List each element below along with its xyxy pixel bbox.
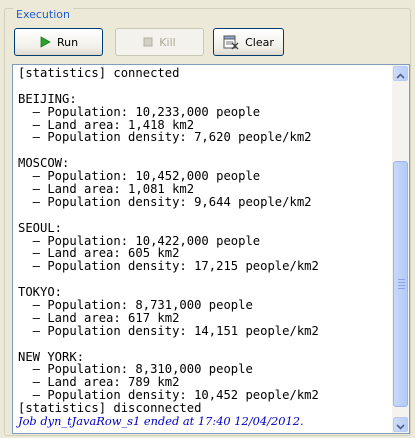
scroll-up-button[interactable] (393, 66, 408, 81)
group-title: Execution (13, 8, 73, 22)
console-line: – Land area: 617 km2 (18, 310, 180, 325)
play-icon (39, 36, 51, 48)
console-line: [statistics] connected (18, 66, 180, 80)
chevron-down-icon (396, 415, 405, 433)
console-line: – Population: 8,731,000 people (18, 298, 253, 313)
job-status-line: Job dyn_tJavaRow_s1 ended at 17:40 12/04… (18, 414, 304, 429)
console-line: – Population density: 7,620 people/km2 (18, 130, 312, 145)
console-line: – Land area: 1,081 km2 (18, 182, 195, 197)
run-label: Run (56, 35, 79, 49)
console-line: BEIJING: (18, 91, 77, 106)
vertical-scrollbar[interactable] (392, 65, 409, 433)
console-line: – Population density: 9,644 people/km2 (18, 194, 312, 209)
console-line: – Population density: 14,151 people/km2 (18, 323, 319, 338)
console-output[interactable]: [statistics] connected BEIJING: – Populat… (12, 64, 410, 434)
scrollbar-thumb[interactable] (393, 161, 408, 407)
kill-button[interactable]: Kill (115, 28, 204, 56)
run-button[interactable]: Run (14, 28, 103, 56)
scroll-down-button[interactable] (393, 417, 408, 432)
kill-label: Kill (159, 35, 176, 49)
clear-button[interactable]: Clear (213, 28, 284, 56)
stop-icon (143, 37, 153, 47)
chevron-up-icon (396, 65, 405, 83)
console-line: SEOUL: (18, 220, 63, 235)
console-line: – Population density: 17,215 people/km2 (18, 259, 319, 274)
console-line: – Population: 10,233,000 people (18, 104, 261, 119)
clear-console-icon (223, 34, 239, 50)
console-text: [statistics] connected BEIJING: – Populat… (18, 67, 393, 428)
clear-label: Clear (245, 35, 274, 49)
